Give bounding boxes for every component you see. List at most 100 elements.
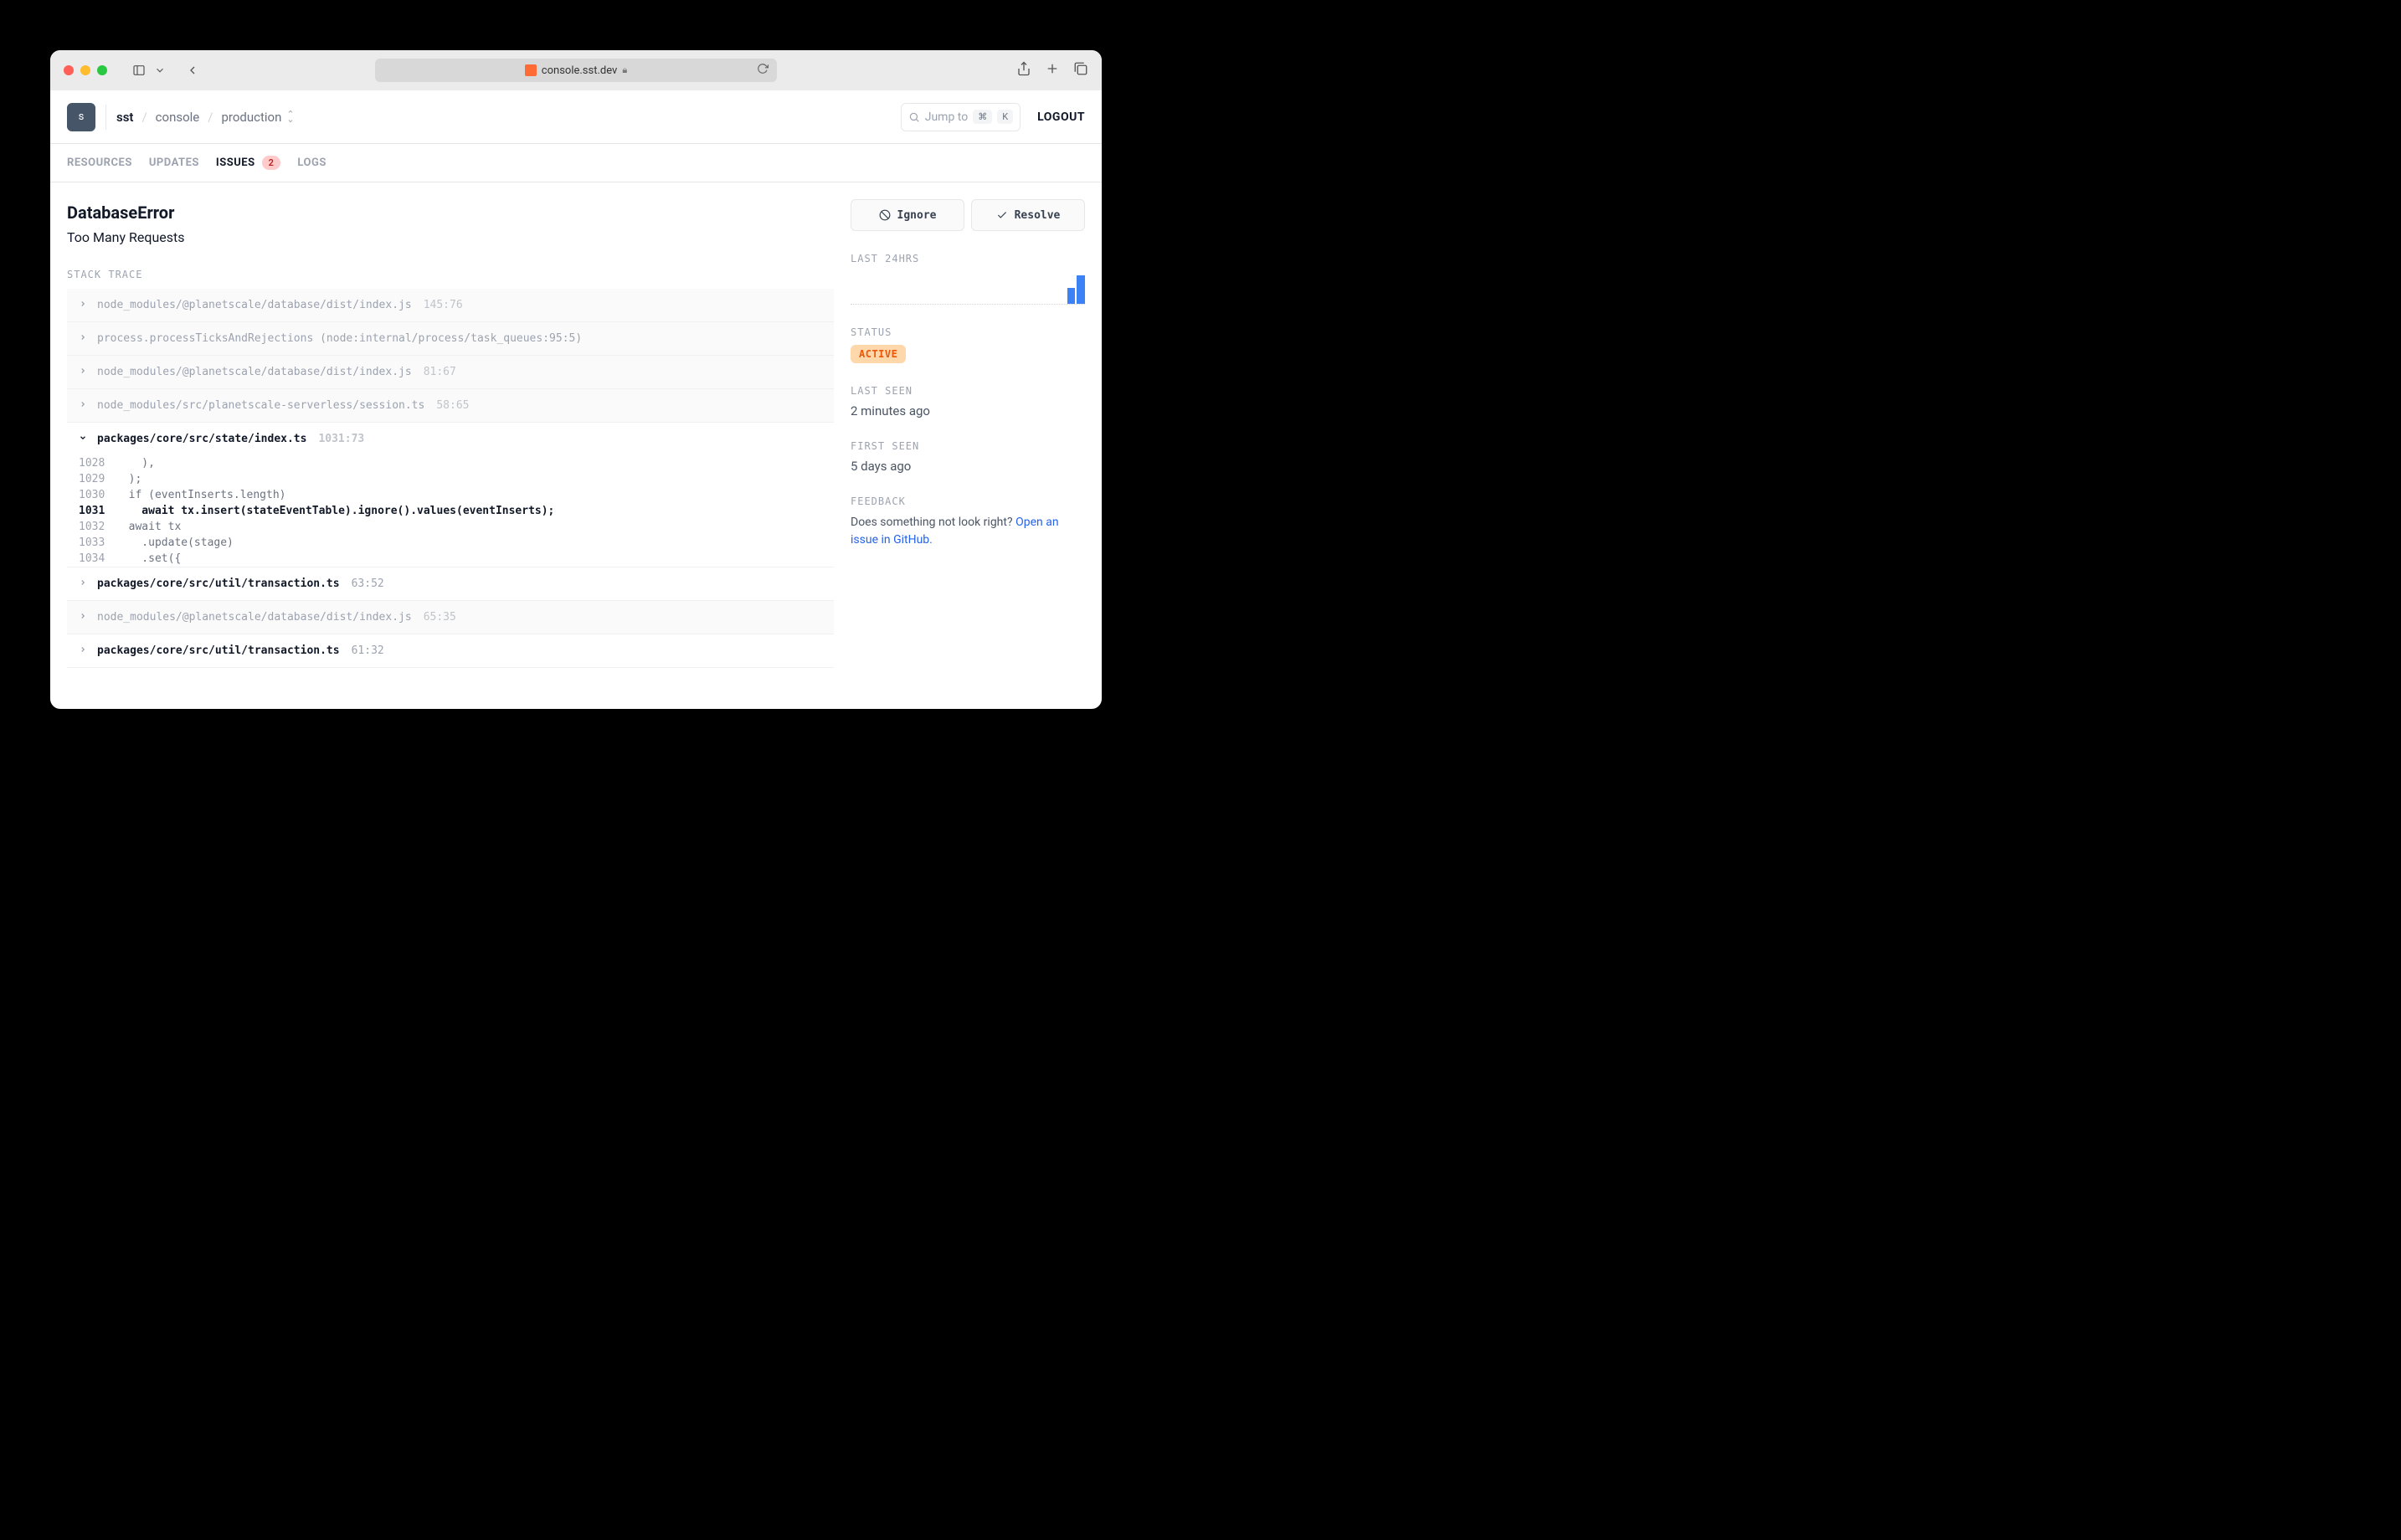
frame-path: process.processTicksAndRejections (node:… <box>97 332 582 345</box>
titlebar-right-buttons <box>1016 61 1088 80</box>
frame-path: node_modules/src/planetscale-serverless/… <box>97 399 424 412</box>
stage-selector[interactable]: production ⌃⌄ <box>221 110 294 125</box>
line-number: 1031 <box>79 505 116 517</box>
code-block: 1028 ),1029 ); 1030 if (eventInserts.leng… <box>67 455 834 567</box>
address-url: console.sst.dev <box>542 64 618 77</box>
jump-to-search[interactable]: Jump to ⌘ K <box>901 103 1021 131</box>
crumb-org[interactable]: sst <box>116 110 133 125</box>
close-window-button[interactable] <box>64 65 74 75</box>
frame-location: 65:35 <box>424 611 456 624</box>
stack-frame[interactable]: packages/core/src/util/transaction.ts63:… <box>67 567 834 601</box>
code-line: 1029 ); <box>67 471 834 487</box>
stack-frame[interactable]: node_modules/src/planetscale-serverless/… <box>67 389 834 423</box>
first-seen-label: FIRST SEEN <box>851 440 1085 452</box>
reload-icon[interactable] <box>757 63 769 78</box>
line-number: 1032 <box>79 521 116 533</box>
new-tab-icon[interactable] <box>1045 61 1060 80</box>
stack-frame[interactable]: packages/core/src/util/transaction.ts 61:… <box>67 634 834 668</box>
app-header: s sst / console / production ⌃⌄ Jump to … <box>50 90 1102 144</box>
stack-frame[interactable]: process.processTicksAndRejections (node:… <box>67 322 834 356</box>
tab-badge: 2 <box>262 156 281 170</box>
frame-location: 61:32 <box>352 644 384 657</box>
back-button[interactable] <box>183 62 203 79</box>
frame-path: node_modules/@planetscale/database/dist/… <box>97 611 412 624</box>
last-seen-value: 2 minutes ago <box>851 403 1085 418</box>
frame-header: packages/core/src/state/index.ts1031:73 <box>67 423 834 455</box>
frame-location: 1031:73 <box>318 433 364 445</box>
site-favicon-icon <box>525 64 537 76</box>
main-content: DatabaseError Too Many Requests STACK TR… <box>50 182 851 709</box>
kbd-key: K <box>997 110 1013 124</box>
line-text: ), <box>116 457 155 470</box>
tab-updates[interactable]: UPDATES <box>149 157 199 169</box>
tab-logs[interactable]: LOGS <box>297 157 326 169</box>
tabs-overview-icon[interactable] <box>1073 61 1088 80</box>
search-icon <box>908 111 920 123</box>
kbd-meta: ⌘ <box>973 110 992 124</box>
line-text: await tx.insert(stateEventTable).ignore(… <box>116 505 554 517</box>
browser-window: console.sst.dev 🔒︎ s sst / console / pro… <box>50 50 1102 709</box>
app-logo[interactable]: s <box>67 103 95 131</box>
ignore-label: Ignore <box>897 209 937 222</box>
line-number: 1029 <box>79 473 116 485</box>
window-controls <box>64 65 107 75</box>
frame-path: node_modules/@planetscale/database/dist/… <box>97 366 412 378</box>
feedback-label: FEEDBACK <box>851 495 1085 507</box>
frame-header: node_modules/src/planetscale-serverless/… <box>67 389 834 422</box>
code-line: 1034 .set({ <box>67 551 834 567</box>
jump-to-placeholder: Jump to <box>925 110 968 124</box>
crumb-app[interactable]: console <box>156 110 200 125</box>
frame-path: packages/core/src/util/transaction.ts <box>97 578 340 590</box>
sidebar: Ignore Resolve LAST 24HRS STATUS ACTIVE … <box>851 182 1102 709</box>
stack-frame[interactable]: node_modules/@planetscale/database/dist/… <box>67 289 834 322</box>
chevron-right-icon <box>79 366 89 378</box>
sparkline-bar <box>1067 288 1076 305</box>
tab-issues[interactable]: ISSUES2 <box>216 156 281 170</box>
line-number: 1028 <box>79 457 116 470</box>
last-seen-label: LAST SEEN <box>851 385 1085 397</box>
maximize-window-button[interactable] <box>97 65 107 75</box>
crumb-separator: / <box>208 110 213 125</box>
tab-label: LOGS <box>297 157 326 169</box>
feedback-text: Does something not look right? Open an i… <box>851 514 1085 549</box>
titlebar: console.sst.dev 🔒︎ <box>50 50 1102 90</box>
stack-frame[interactable]: node_modules/@planetscale/database/dist/… <box>67 601 834 634</box>
code-line: 1031 await tx.insert(stateEventTable).ig… <box>67 503 834 519</box>
lock-icon: 🔒︎ <box>622 64 627 76</box>
line-number: 1030 <box>79 489 116 501</box>
sparkline-bar <box>1077 275 1085 304</box>
share-icon[interactable] <box>1016 61 1031 80</box>
tab-resources[interactable]: RESOURCES <box>67 157 132 169</box>
chevron-down-icon <box>79 433 89 445</box>
chevron-right-icon <box>79 332 89 345</box>
chevron-down-icon[interactable] <box>154 62 166 79</box>
sparkline-chart <box>851 271 1085 305</box>
check-icon <box>996 209 1008 221</box>
line-text: await tx <box>116 521 181 533</box>
stack-frame[interactable]: packages/core/src/state/index.ts1031:731… <box>67 423 834 567</box>
tab-label: UPDATES <box>149 157 199 169</box>
breadcrumb: sst / console / production ⌃⌄ <box>105 105 295 130</box>
logout-button[interactable]: LOGOUT <box>1037 110 1085 124</box>
line-text: .update(stage) <box>116 536 234 549</box>
stack-frame[interactable]: node_modules/@planetscale/database/dist/… <box>67 356 834 389</box>
ignore-button[interactable]: Ignore <box>851 199 964 231</box>
line-number: 1033 <box>79 536 116 549</box>
minimize-window-button[interactable] <box>80 65 90 75</box>
chevron-updown-icon: ⌃⌄ <box>286 112 294 122</box>
tab-label: RESOURCES <box>67 157 132 169</box>
frame-header: packages/core/src/util/transaction.ts63:… <box>67 567 834 600</box>
frame-path: packages/core/src/util/transaction.ts <box>97 644 340 657</box>
address-bar[interactable]: console.sst.dev 🔒︎ <box>375 59 777 82</box>
resolve-label: Resolve <box>1015 209 1061 222</box>
sidebar-toggle-icon[interactable] <box>129 62 149 79</box>
code-line: 1028 ), <box>67 455 834 471</box>
frame-header: packages/core/src/util/transaction.ts 61:… <box>67 634 834 667</box>
frame-path: node_modules/@planetscale/database/dist/… <box>97 299 412 311</box>
chevron-right-icon <box>79 578 89 590</box>
line-text: if (eventInserts.length) <box>116 489 286 501</box>
last-24hrs-label: LAST 24HRS <box>851 253 1085 264</box>
status-label: STATUS <box>851 326 1085 338</box>
frame-header: node_modules/@planetscale/database/dist/… <box>67 601 834 634</box>
resolve-button[interactable]: Resolve <box>971 199 1085 231</box>
